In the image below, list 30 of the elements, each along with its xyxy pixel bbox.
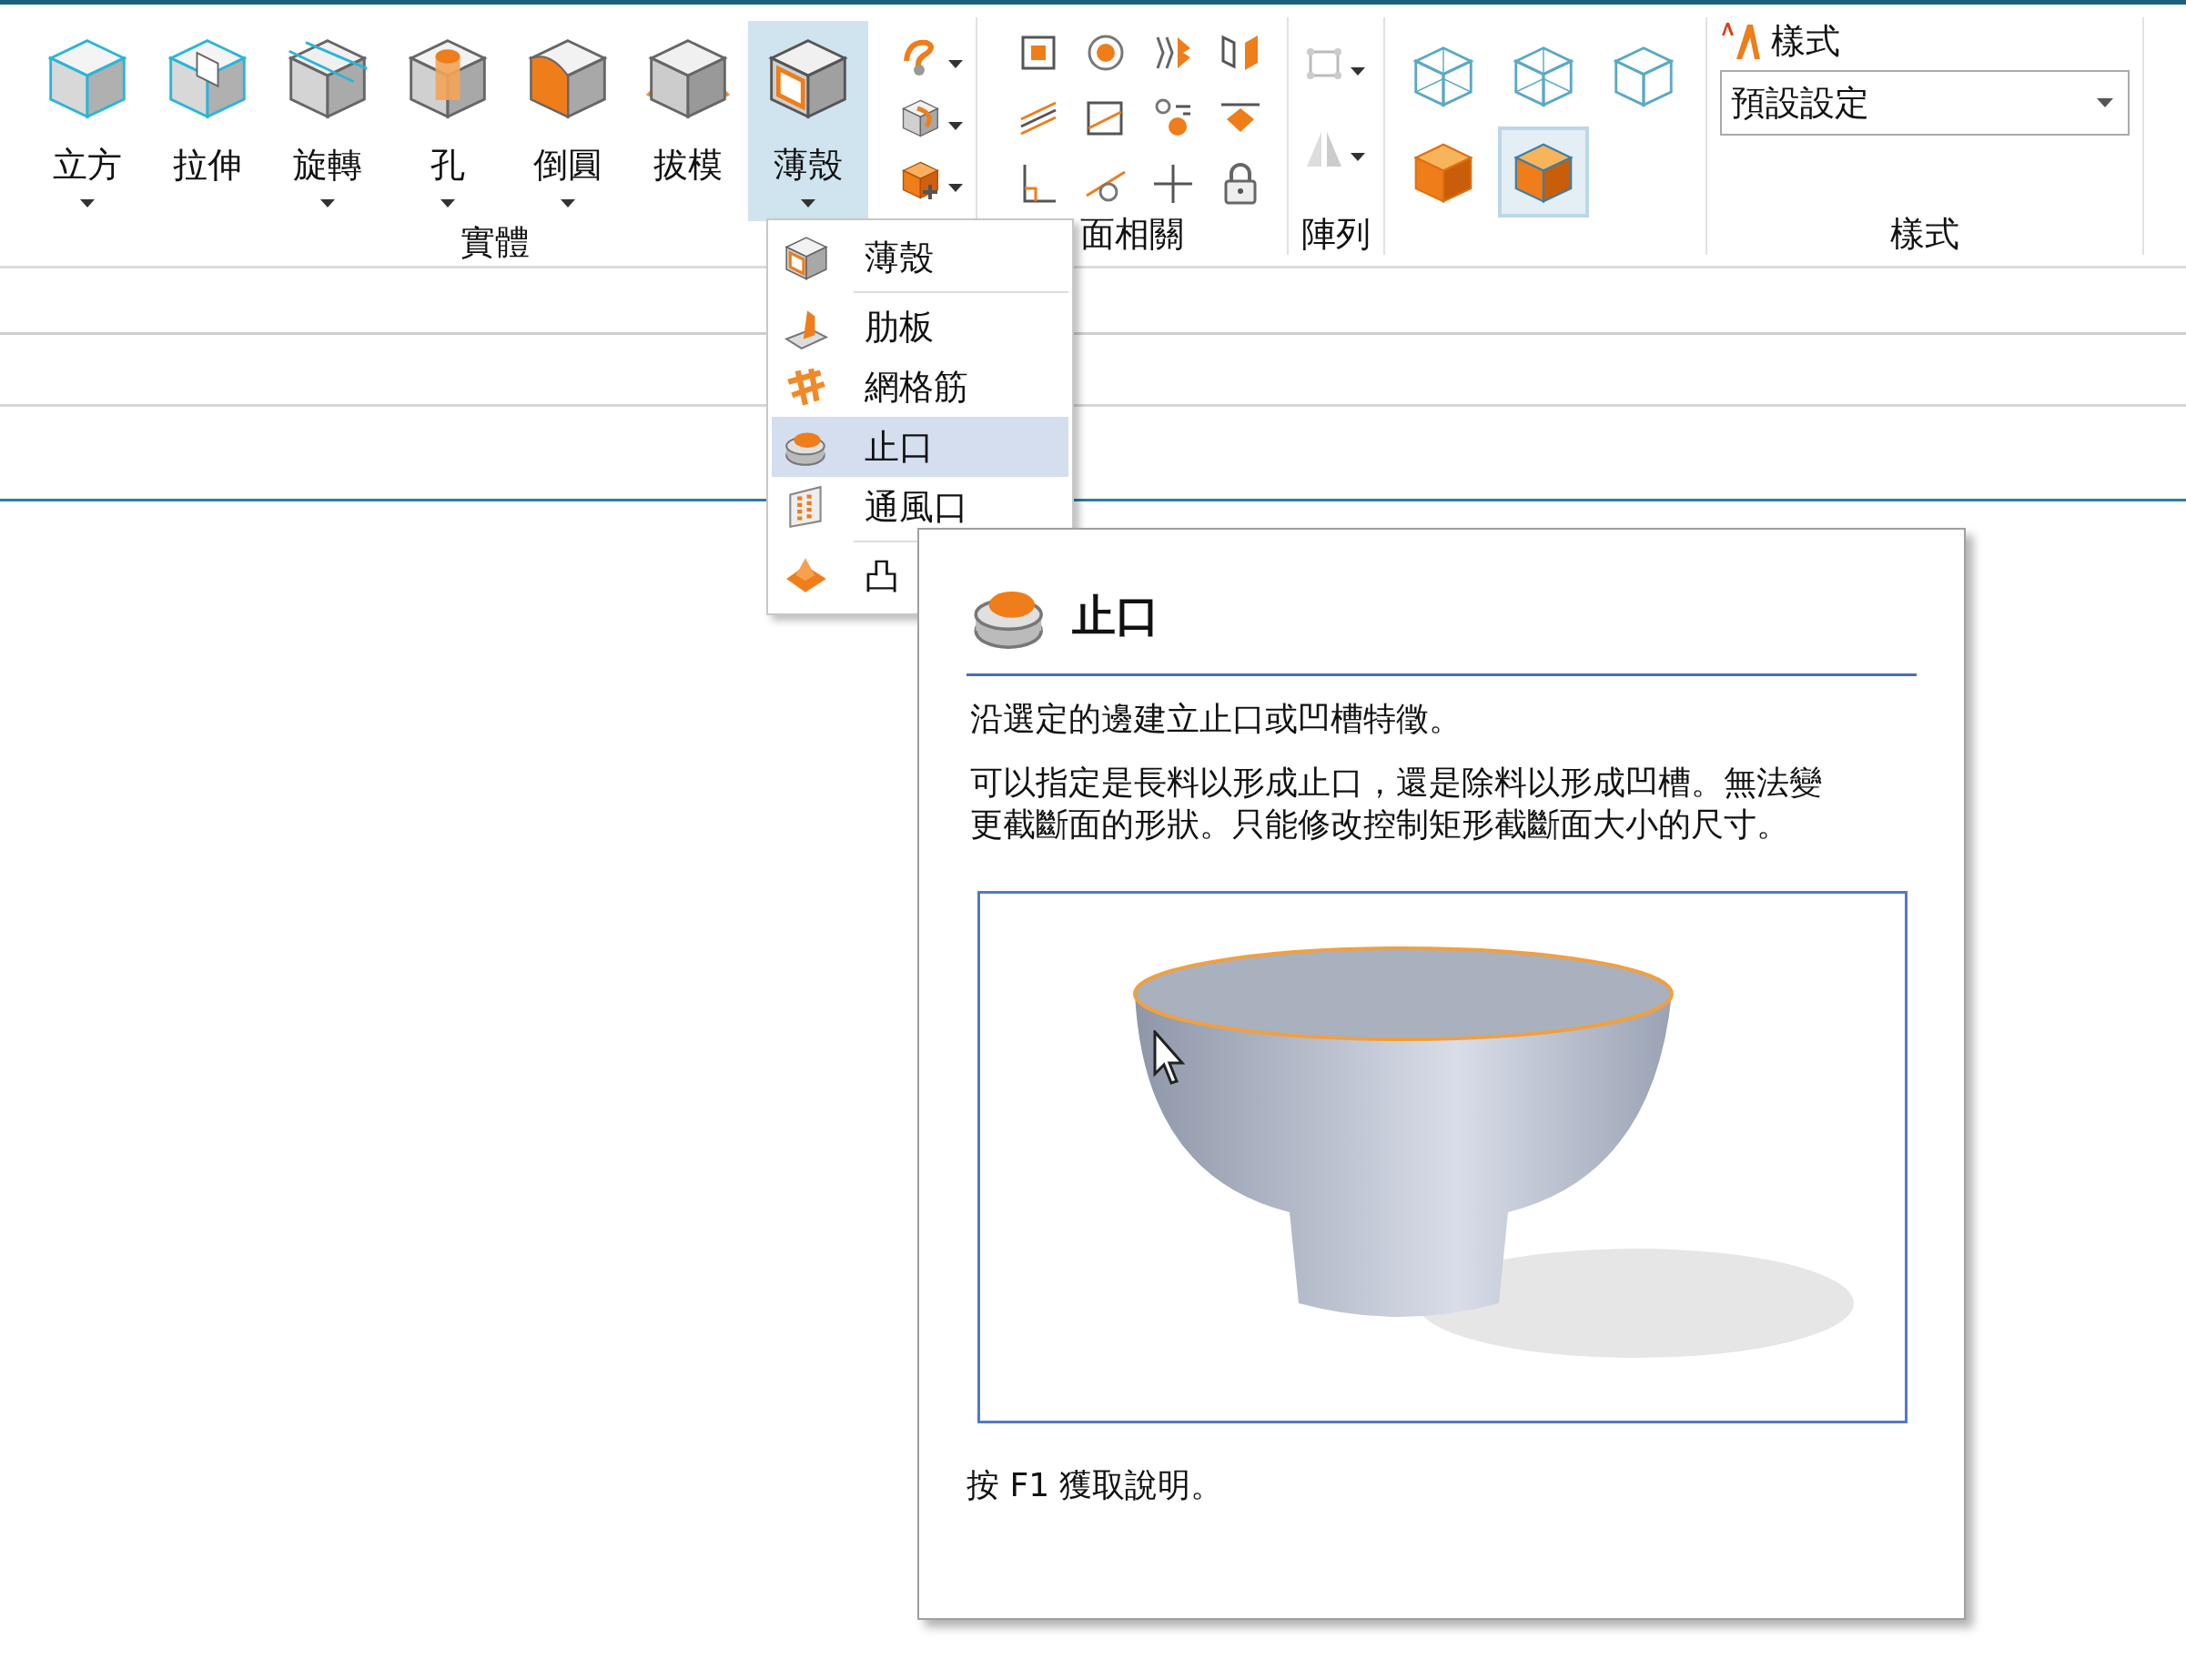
menu-item[interactable]: 凸 xyxy=(772,546,1068,606)
group-label: 面相關 xyxy=(1080,213,1184,255)
menu-item[interactable]: 網格筋 xyxy=(772,357,1068,417)
help-hint: 按 F1 獲取說明。 xyxy=(966,1465,1225,1505)
ribbon-button[interactable]: 旋轉 xyxy=(268,21,388,221)
caret-icon xyxy=(2097,98,2113,107)
ribbon-button[interactable]: 拔模 xyxy=(628,21,748,221)
style-dropdown[interactable]: 預設設定 xyxy=(1720,70,2130,136)
ribbon-button[interactable]: 拉伸 xyxy=(147,21,268,221)
tooltip-description: 可以指定是長料以形成止口，還是除料以形成凹槽。無法變更截斷面的形狀。只能修改控制矩形截斷面大小的尺寸。 xyxy=(970,763,1823,845)
menu-item[interactable]: 肋板 xyxy=(772,297,1068,357)
menu-item[interactable]: 薄殼 xyxy=(772,228,1068,288)
tooltip-title: 止口 xyxy=(1072,589,1159,643)
dropdown-caret-icon xyxy=(948,183,963,192)
style-title: 樣式 xyxy=(1771,21,1840,61)
menu-item[interactable]: 止口 xyxy=(772,417,1068,477)
ribbon-button[interactable]: 孔 xyxy=(388,21,508,221)
group-label: 樣式 xyxy=(1890,213,1959,255)
group-label: 陣列 xyxy=(1301,213,1371,255)
group-label: 實體 xyxy=(460,221,530,263)
dropdown-caret-icon xyxy=(948,121,963,130)
ribbon-button[interactable]: 倒圓 xyxy=(508,21,628,221)
dropdown-caret-icon xyxy=(1351,66,1365,76)
view-mode-button[interactable] xyxy=(1498,127,1589,218)
ribbon-button[interactable]: 立方 xyxy=(27,21,147,221)
dropdown-caret-icon xyxy=(1351,152,1365,161)
dropdown-caret-icon xyxy=(948,59,963,68)
menu-item[interactable]: 通風口 xyxy=(772,477,1068,537)
ribbon-button[interactable]: 薄殼 xyxy=(748,21,868,221)
tooltip-description: 沿選定的邊建立止口或凹槽特徵。 xyxy=(970,699,1462,739)
